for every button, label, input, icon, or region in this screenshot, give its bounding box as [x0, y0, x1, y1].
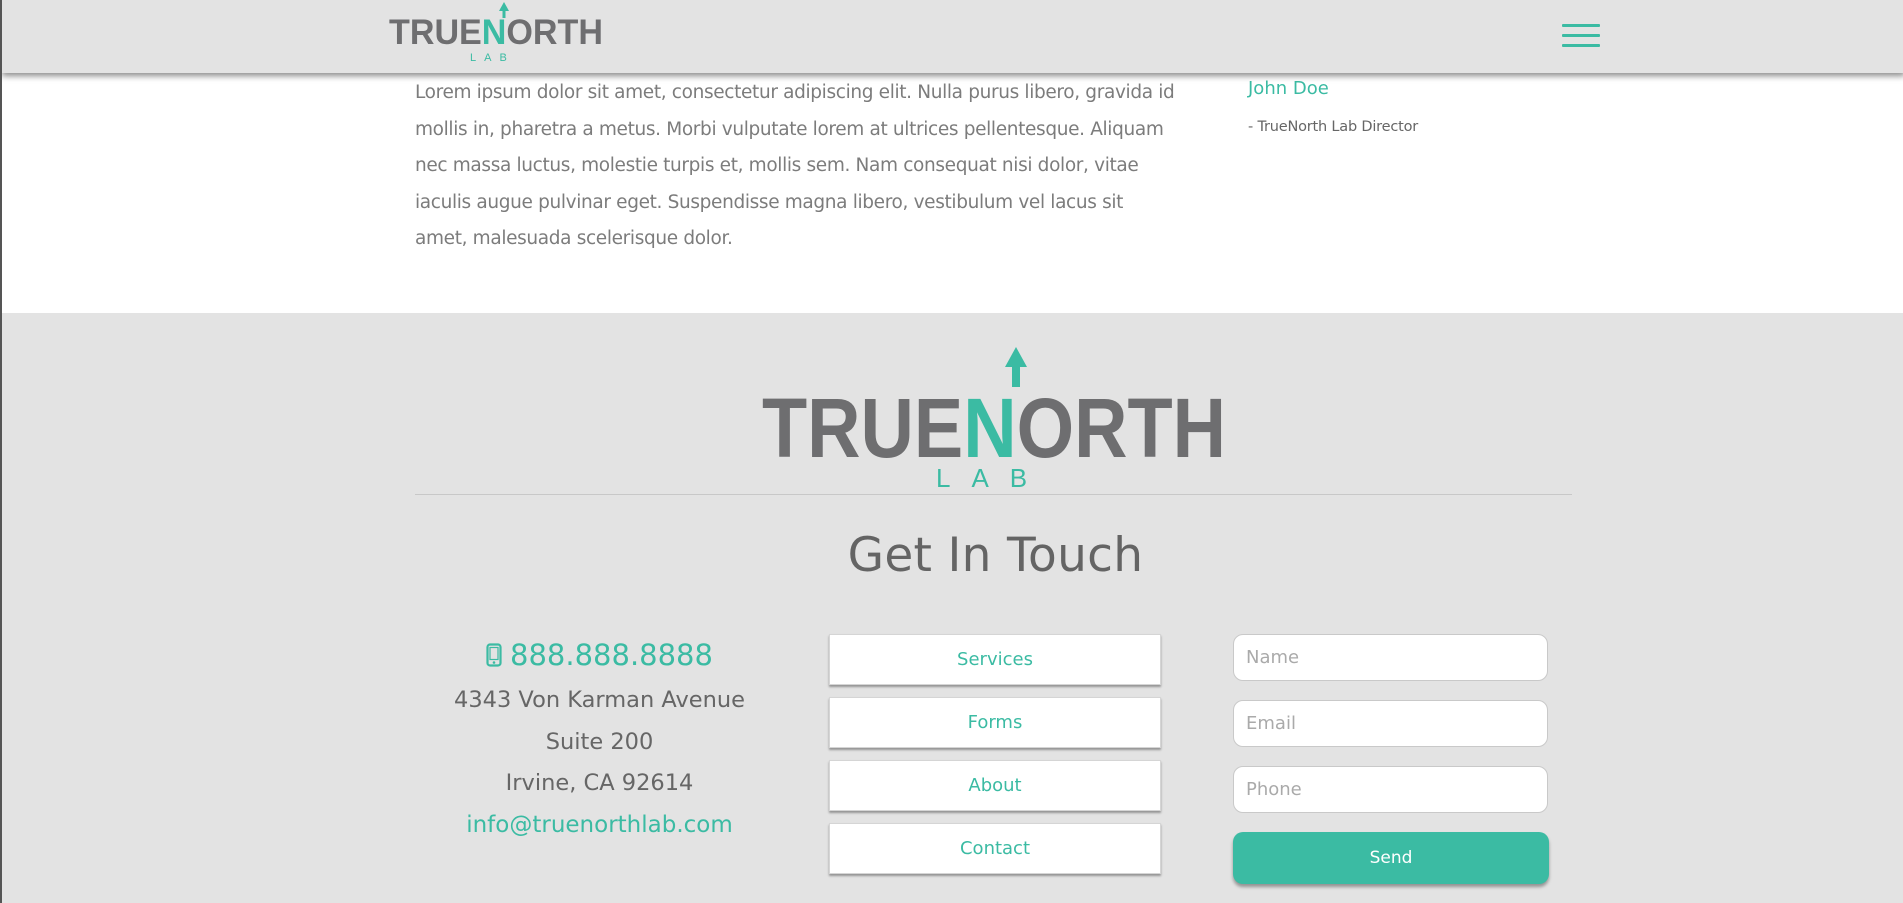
footer-nav: Services Forms About Contact [829, 634, 1161, 886]
about-paragraph: Lorem ipsum dolor sit amet, consectetur … [415, 82, 1175, 249]
footer-logo-sub: LAB [936, 463, 1048, 487]
mobile-phone-icon [486, 643, 502, 667]
page: TRUENORTH LAB Lorem ipsum dolor sit amet… [0, 0, 1903, 903]
address-line-3: Irvine, CA 92614 [505, 770, 694, 796]
content-section: Lorem ipsum dolor sit amet, consectetur … [2, 73, 1903, 313]
footer-divider [415, 494, 1572, 495]
send-button[interactable]: Send [1233, 832, 1549, 884]
name-field[interactable] [1233, 634, 1548, 681]
nav-services-button[interactable]: Services [829, 634, 1161, 685]
contact-form: Send [1233, 634, 1549, 884]
footer-logo-text: TRUENORTH [762, 381, 1226, 475]
hamburger-menu-icon[interactable] [1562, 24, 1600, 48]
header-logo-text: TRUENORTH [389, 13, 603, 52]
address-line-1: 4343 Von Karman Avenue [454, 687, 745, 713]
phone-number: 888.888.8888 [510, 638, 713, 672]
site-header: TRUENORTH LAB [2, 0, 1903, 73]
phone-link[interactable]: 888.888.8888 [397, 635, 802, 675]
email-link[interactable]: info@truenorthlab.com [397, 805, 802, 846]
nav-contact-button[interactable]: Contact [829, 823, 1161, 874]
footer: TRUENORTH LAB Get In Touch 888.888.8888 … [2, 313, 1903, 903]
footer-logo-arrow [1005, 347, 1027, 367]
header-logo-sub: LAB [470, 52, 515, 64]
phone-field[interactable] [1233, 766, 1548, 813]
quote-author-name: John Doe [1248, 78, 1329, 99]
contact-info: 888.888.8888 4343 Von Karman Avenue Suit… [397, 635, 802, 846]
email-field[interactable] [1233, 700, 1548, 747]
get-in-touch-heading: Get In Touch [847, 528, 1144, 583]
quote-author-role: - TrueNorth Lab Director [1248, 119, 1419, 135]
header-logo[interactable]: TRUENORTH LAB [389, 2, 605, 64]
nav-about-button[interactable]: About [829, 760, 1161, 811]
nav-forms-button[interactable]: Forms [829, 697, 1161, 748]
address-line-2: Suite 200 [545, 728, 654, 755]
footer-logo: TRUENORTH LAB [762, 347, 1226, 487]
